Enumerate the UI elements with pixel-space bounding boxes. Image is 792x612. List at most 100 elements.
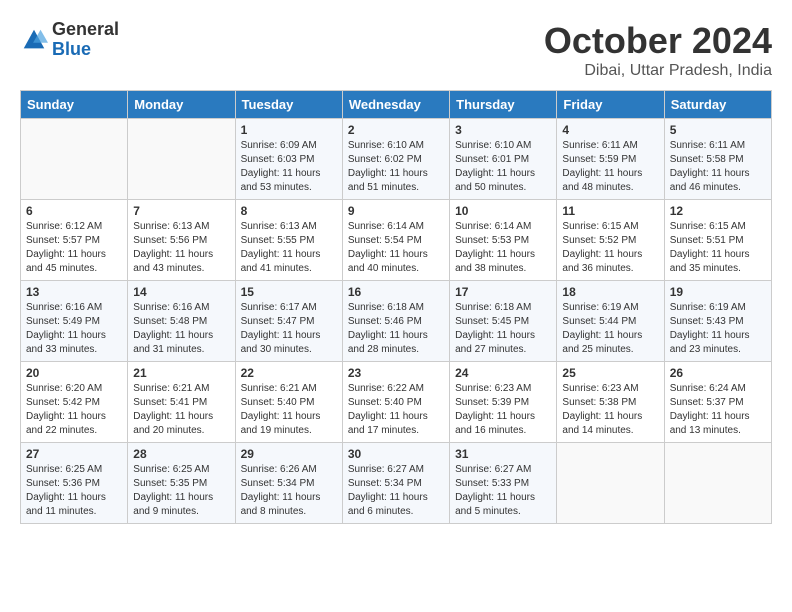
calendar-cell <box>664 443 771 524</box>
day-info: Sunrise: 6:21 AMSunset: 5:40 PMDaylight:… <box>241 382 337 438</box>
calendar-cell: 8 Sunrise: 6:13 AMSunset: 5:55 PMDaylight… <box>235 200 342 281</box>
month-title: October 2024 <box>544 20 772 62</box>
calendar-cell: 12 Sunrise: 6:15 AMSunset: 5:51 PMDayligh… <box>664 200 771 281</box>
day-info: Sunrise: 6:15 AMSunset: 5:51 PMDaylight:… <box>670 220 766 276</box>
day-info: Sunrise: 6:26 AMSunset: 5:34 PMDaylight:… <box>241 463 337 519</box>
calendar-cell <box>128 119 235 200</box>
weekday-header-saturday: Saturday <box>664 91 771 119</box>
logo-general: General <box>52 20 119 40</box>
day-number: 18 <box>562 285 658 299</box>
day-number: 16 <box>348 285 444 299</box>
day-info: Sunrise: 6:14 AMSunset: 5:53 PMDaylight:… <box>455 220 551 276</box>
calendar-cell: 26 Sunrise: 6:24 AMSunset: 5:37 PMDayligh… <box>664 362 771 443</box>
calendar-week-3: 13 Sunrise: 6:16 AMSunset: 5:49 PMDayligh… <box>21 281 772 362</box>
day-number: 15 <box>241 285 337 299</box>
day-number: 31 <box>455 447 551 461</box>
location: Dibai, Uttar Pradesh, India <box>544 62 772 80</box>
day-info: Sunrise: 6:16 AMSunset: 5:49 PMDaylight:… <box>26 301 122 357</box>
day-number: 30 <box>348 447 444 461</box>
day-number: 12 <box>670 204 766 218</box>
day-number: 13 <box>26 285 122 299</box>
day-info: Sunrise: 6:16 AMSunset: 5:48 PMDaylight:… <box>133 301 229 357</box>
day-number: 2 <box>348 123 444 137</box>
day-info: Sunrise: 6:12 AMSunset: 5:57 PMDaylight:… <box>26 220 122 276</box>
calendar-cell: 18 Sunrise: 6:19 AMSunset: 5:44 PMDayligh… <box>557 281 664 362</box>
calendar-week-4: 20 Sunrise: 6:20 AMSunset: 5:42 PMDayligh… <box>21 362 772 443</box>
day-info: Sunrise: 6:11 AMSunset: 5:59 PMDaylight:… <box>562 139 658 195</box>
calendar-cell: 21 Sunrise: 6:21 AMSunset: 5:41 PMDayligh… <box>128 362 235 443</box>
day-info: Sunrise: 6:19 AMSunset: 5:43 PMDaylight:… <box>670 301 766 357</box>
day-number: 1 <box>241 123 337 137</box>
day-number: 24 <box>455 366 551 380</box>
day-number: 25 <box>562 366 658 380</box>
logo-icon <box>20 26 48 54</box>
calendar-cell: 19 Sunrise: 6:19 AMSunset: 5:43 PMDayligh… <box>664 281 771 362</box>
calendar-cell <box>557 443 664 524</box>
calendar-cell: 2Sunrise: 6:10 AMSunset: 6:02 PMDaylight… <box>342 119 449 200</box>
day-number: 26 <box>670 366 766 380</box>
weekday-header-thursday: Thursday <box>450 91 557 119</box>
day-number: 11 <box>562 204 658 218</box>
day-info: Sunrise: 6:20 AMSunset: 5:42 PMDaylight:… <box>26 382 122 438</box>
title-block: October 2024 Dibai, Uttar Pradesh, India <box>544 20 772 80</box>
day-info: Sunrise: 6:13 AMSunset: 5:56 PMDaylight:… <box>133 220 229 276</box>
calendar-cell: 6 Sunrise: 6:12 AMSunset: 5:57 PMDaylight… <box>21 200 128 281</box>
calendar-cell: 10 Sunrise: 6:14 AMSunset: 5:53 PMDayligh… <box>450 200 557 281</box>
day-number: 5 <box>670 123 766 137</box>
calendar-cell <box>21 119 128 200</box>
day-number: 27 <box>26 447 122 461</box>
calendar-week-1: 1 Sunrise: 6:09 AMSunset: 6:03 PMDaylight… <box>21 119 772 200</box>
day-number: 6 <box>26 204 122 218</box>
day-info: Sunrise: 6:22 AMSunset: 5:40 PMDaylight:… <box>348 382 444 438</box>
day-info: Sunrise: 6:13 AMSunset: 5:55 PMDaylight:… <box>241 220 337 276</box>
day-info: Sunrise: 6:18 AMSunset: 5:45 PMDaylight:… <box>455 301 551 357</box>
day-info: Sunrise: 6:27 AMSunset: 5:33 PMDaylight:… <box>455 463 551 519</box>
calendar-cell: 3Sunrise: 6:10 AMSunset: 6:01 PMDaylight… <box>450 119 557 200</box>
day-number: 29 <box>241 447 337 461</box>
day-info: Sunrise: 6:09 AMSunset: 6:03 PMDaylight:… <box>241 139 337 195</box>
calendar-cell: 5 Sunrise: 6:11 AMSunset: 5:58 PMDaylight… <box>664 119 771 200</box>
day-number: 20 <box>26 366 122 380</box>
day-info: Sunrise: 6:15 AMSunset: 5:52 PMDaylight:… <box>562 220 658 276</box>
calendar-week-2: 6 Sunrise: 6:12 AMSunset: 5:57 PMDaylight… <box>21 200 772 281</box>
day-number: 21 <box>133 366 229 380</box>
day-number: 10 <box>455 204 551 218</box>
calendar-cell: 11 Sunrise: 6:15 AMSunset: 5:52 PMDayligh… <box>557 200 664 281</box>
weekday-header-tuesday: Tuesday <box>235 91 342 119</box>
day-info: Sunrise: 6:24 AMSunset: 5:37 PMDaylight:… <box>670 382 766 438</box>
weekday-header-row: SundayMondayTuesdayWednesdayThursdayFrid… <box>21 91 772 119</box>
calendar-cell: 31 Sunrise: 6:27 AMSunset: 5:33 PMDayligh… <box>450 443 557 524</box>
day-number: 19 <box>670 285 766 299</box>
day-number: 8 <box>241 204 337 218</box>
day-number: 4 <box>562 123 658 137</box>
calendar-cell: 29 Sunrise: 6:26 AMSunset: 5:34 PMDayligh… <box>235 443 342 524</box>
page-header: General Blue October 2024 Dibai, Uttar P… <box>20 20 772 80</box>
calendar-cell: 30Sunrise: 6:27 AMSunset: 5:34 PMDayligh… <box>342 443 449 524</box>
calendar-cell: 1 Sunrise: 6:09 AMSunset: 6:03 PMDaylight… <box>235 119 342 200</box>
day-number: 22 <box>241 366 337 380</box>
weekday-header-friday: Friday <box>557 91 664 119</box>
logo: General Blue <box>20 20 119 60</box>
day-info: Sunrise: 6:14 AMSunset: 5:54 PMDaylight:… <box>348 220 444 276</box>
logo-text: General Blue <box>52 20 119 60</box>
calendar-cell: 13 Sunrise: 6:16 AMSunset: 5:49 PMDayligh… <box>21 281 128 362</box>
calendar-cell: 22 Sunrise: 6:21 AMSunset: 5:40 PMDayligh… <box>235 362 342 443</box>
weekday-header-wednesday: Wednesday <box>342 91 449 119</box>
day-info: Sunrise: 6:19 AMSunset: 5:44 PMDaylight:… <box>562 301 658 357</box>
logo-blue: Blue <box>52 40 119 60</box>
day-info: Sunrise: 6:25 AMSunset: 5:36 PMDaylight:… <box>26 463 122 519</box>
calendar-cell: 27 Sunrise: 6:25 AMSunset: 5:36 PMDayligh… <box>21 443 128 524</box>
day-number: 23 <box>348 366 444 380</box>
day-info: Sunrise: 6:11 AMSunset: 5:58 PMDaylight:… <box>670 139 766 195</box>
calendar-cell: 4 Sunrise: 6:11 AMSunset: 5:59 PMDaylight… <box>557 119 664 200</box>
day-info: Sunrise: 6:23 AMSunset: 5:39 PMDaylight:… <box>455 382 551 438</box>
calendar-cell: 7Sunrise: 6:13 AMSunset: 5:56 PMDaylight… <box>128 200 235 281</box>
calendar-week-5: 27 Sunrise: 6:25 AMSunset: 5:36 PMDayligh… <box>21 443 772 524</box>
calendar-table: SundayMondayTuesdayWednesdayThursdayFrid… <box>20 90 772 524</box>
calendar-cell: 16Sunrise: 6:18 AMSunset: 5:46 PMDayligh… <box>342 281 449 362</box>
day-info: Sunrise: 6:21 AMSunset: 5:41 PMDaylight:… <box>133 382 229 438</box>
calendar-cell: 9Sunrise: 6:14 AMSunset: 5:54 PMDaylight… <box>342 200 449 281</box>
weekday-header-monday: Monday <box>128 91 235 119</box>
calendar-cell: 15Sunrise: 6:17 AMSunset: 5:47 PMDayligh… <box>235 281 342 362</box>
calendar-cell: 24 Sunrise: 6:23 AMSunset: 5:39 PMDayligh… <box>450 362 557 443</box>
